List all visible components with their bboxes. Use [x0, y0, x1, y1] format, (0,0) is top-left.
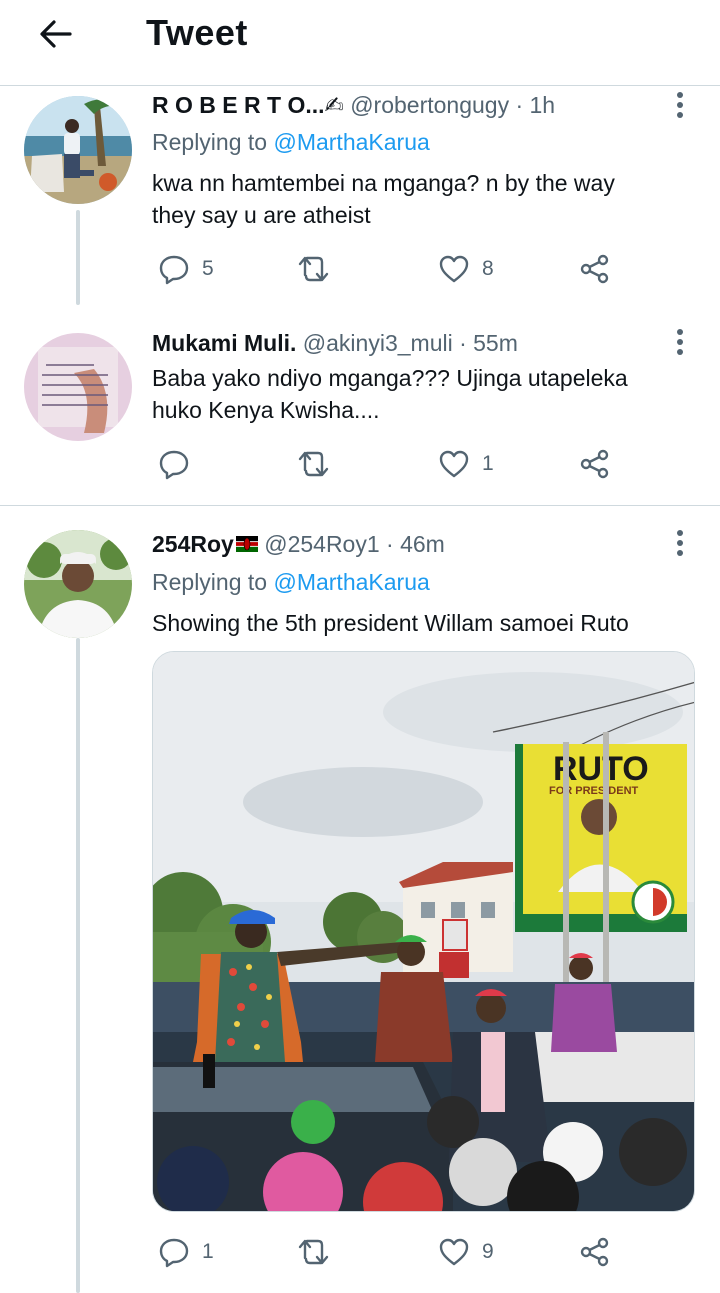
share-button[interactable]	[579, 249, 611, 289]
retweet-icon	[298, 451, 329, 477]
like-count: 9	[482, 1240, 494, 1263]
timestamp[interactable]: · 55m	[459, 330, 518, 356]
reply-icon	[159, 450, 189, 480]
more-options-icon[interactable]	[668, 90, 692, 120]
avatar[interactable]	[24, 333, 132, 441]
like-button[interactable]: 9	[438, 1232, 494, 1272]
display-name[interactable]: 254Roy	[152, 531, 234, 557]
page-title: Tweet	[146, 12, 248, 53]
retweet-button[interactable]	[298, 1232, 342, 1272]
like-count: 8	[482, 257, 494, 280]
reply-count: 1	[202, 1240, 214, 1263]
kenya-flag-icon	[235, 535, 258, 552]
replying-to-label: Replying to	[152, 569, 274, 595]
retweet-icon	[298, 1239, 329, 1265]
thread-line	[76, 638, 80, 1293]
tweet-header: 254Roy @254Roy1 · 46m	[152, 531, 445, 558]
like-button[interactable]: 8	[438, 249, 494, 289]
handle[interactable]: @254Roy1	[264, 531, 379, 557]
mention-link[interactable]: @MarthaKarua	[273, 569, 429, 595]
top-bar: Tweet	[0, 0, 720, 86]
handle[interactable]: @akinyi3_muli	[303, 330, 453, 356]
tweet-text-line: they say u are atheist	[152, 202, 371, 228]
reply-button[interactable]: 1	[158, 1232, 214, 1272]
share-icon	[580, 1237, 609, 1267]
like-count: 1	[482, 452, 494, 475]
tweet-text-line: Showing the 5th president Willam samoei …	[152, 610, 629, 636]
tweet-photo[interactable]: RUTO FOR PRESIDENT	[152, 651, 695, 1212]
mention-link[interactable]: @MarthaKarua	[273, 129, 429, 155]
reply-button[interactable]: 5	[158, 249, 214, 289]
tweet-text-line: huko Kenya Kwisha....	[152, 397, 380, 423]
tweet-text-line: Baba yako ndiyo mganga??? Ujinga utapele…	[152, 365, 628, 391]
more-options-icon[interactable]	[668, 528, 692, 558]
tweet-reply-1[interactable]: R O B E R T O...✍ @robertongugy · 1h Rep…	[0, 86, 720, 305]
tweet-text-line: kwa nn hamtembei na mganga? n by the way	[152, 170, 615, 196]
reply-button[interactable]	[158, 444, 202, 484]
timestamp[interactable]: · 46m	[386, 531, 445, 557]
like-button[interactable]: 1	[438, 444, 494, 484]
tweet-actions: 1	[0, 444, 720, 484]
replying-to-label: Replying to	[152, 129, 274, 155]
display-name[interactable]: R O B E R T O...✍	[152, 92, 344, 118]
tweet-text: Baba yako ndiyo mganga??? Ujinga utapele…	[152, 362, 692, 426]
reply-icon	[159, 255, 189, 285]
timestamp[interactable]: · 1h	[515, 92, 555, 118]
display-name[interactable]: Mukami Muli.	[152, 330, 296, 356]
tweet-actions: 1 9	[0, 1232, 720, 1272]
tweet-actions: 5 8	[0, 249, 720, 289]
retweet-button[interactable]	[298, 444, 342, 484]
share-button[interactable]	[579, 444, 611, 484]
share-icon	[580, 254, 609, 284]
heart-icon	[439, 255, 469, 283]
replying-to: Replying to @MarthaKarua	[152, 569, 430, 596]
reply-icon	[159, 1238, 189, 1268]
tweet-header: R O B E R T O...✍ @robertongugy · 1h	[152, 92, 555, 119]
reply-count: 5	[202, 257, 214, 280]
more-options-icon[interactable]	[668, 327, 692, 357]
avatar[interactable]	[24, 96, 132, 204]
replying-to: Replying to @MarthaKarua	[152, 129, 430, 156]
share-icon	[580, 449, 609, 479]
retweet-button[interactable]	[298, 249, 342, 289]
handle[interactable]: @robertongugy	[350, 92, 509, 118]
avatar[interactable]	[24, 530, 132, 638]
back-arrow-icon[interactable]	[36, 14, 76, 54]
billboard-subtitle: FOR PRESIDENT	[549, 785, 639, 797]
share-button[interactable]	[579, 1232, 611, 1272]
heart-icon	[439, 1238, 469, 1266]
tweet-text: Showing the 5th president Willam samoei …	[152, 607, 692, 639]
tweet-text: kwa nn hamtembei na mganga? n by the way…	[152, 167, 692, 231]
heart-icon	[439, 450, 469, 478]
retweet-icon	[298, 256, 329, 282]
tweet-reply-2[interactable]: Mukami Muli. @akinyi3_muli · 55m Baba ya…	[0, 305, 720, 505]
tweet-header: Mukami Muli. @akinyi3_muli · 55m	[152, 330, 518, 357]
